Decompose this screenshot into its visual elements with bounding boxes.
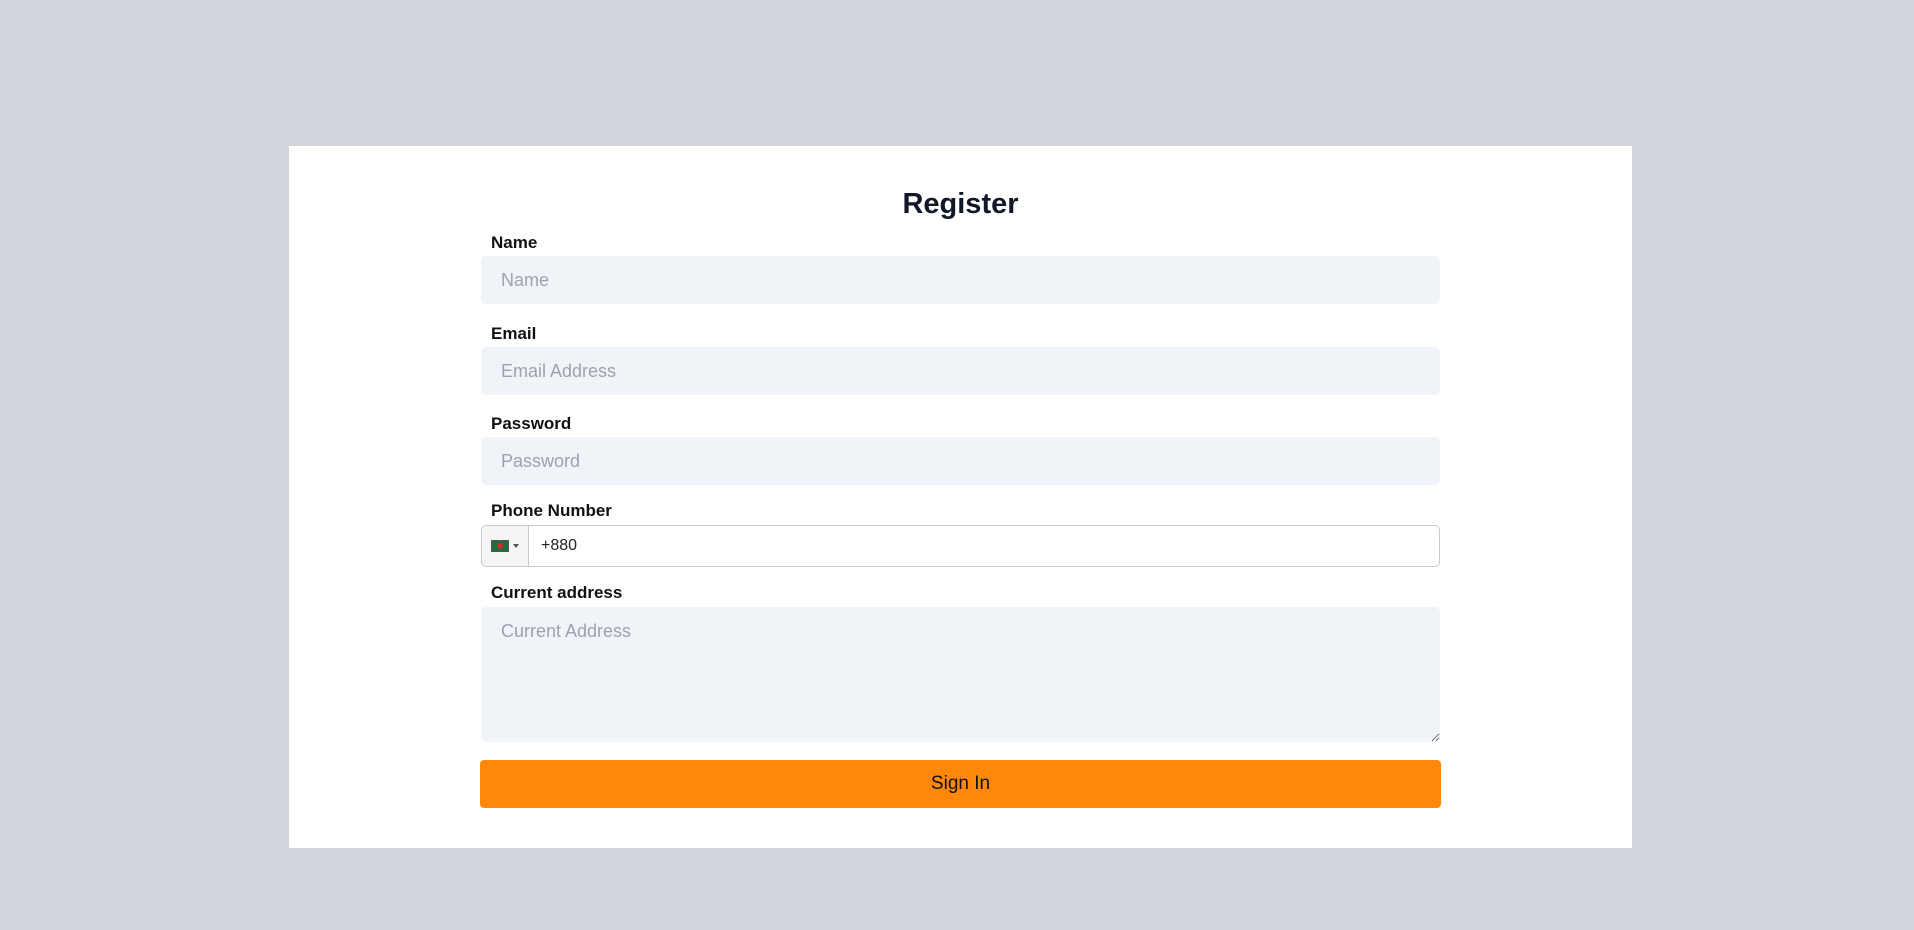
bangladesh-flag-icon — [491, 540, 509, 552]
name-input[interactable] — [481, 256, 1440, 304]
name-label: Name — [491, 233, 538, 252]
chevron-down-icon — [513, 544, 519, 548]
register-card: Register Name Email Password Phone Numbe… — [289, 146, 1632, 848]
email-label: Email — [491, 324, 537, 343]
phone-label: Phone Number — [491, 501, 612, 520]
password-input[interactable] — [481, 437, 1440, 485]
page-title: Register — [902, 188, 1019, 220]
address-label: Current address — [491, 583, 623, 602]
password-label: Password — [491, 414, 572, 433]
register-form: Register Name Email Password Phone Numbe… — [480, 146, 1441, 808]
address-textarea[interactable] — [481, 607, 1440, 742]
email-input[interactable] — [481, 347, 1440, 395]
phone-input[interactable] — [529, 526, 1439, 566]
sign-in-button[interactable]: Sign In — [480, 760, 1441, 808]
phone-field — [481, 525, 1440, 567]
country-select-button[interactable] — [482, 526, 529, 566]
